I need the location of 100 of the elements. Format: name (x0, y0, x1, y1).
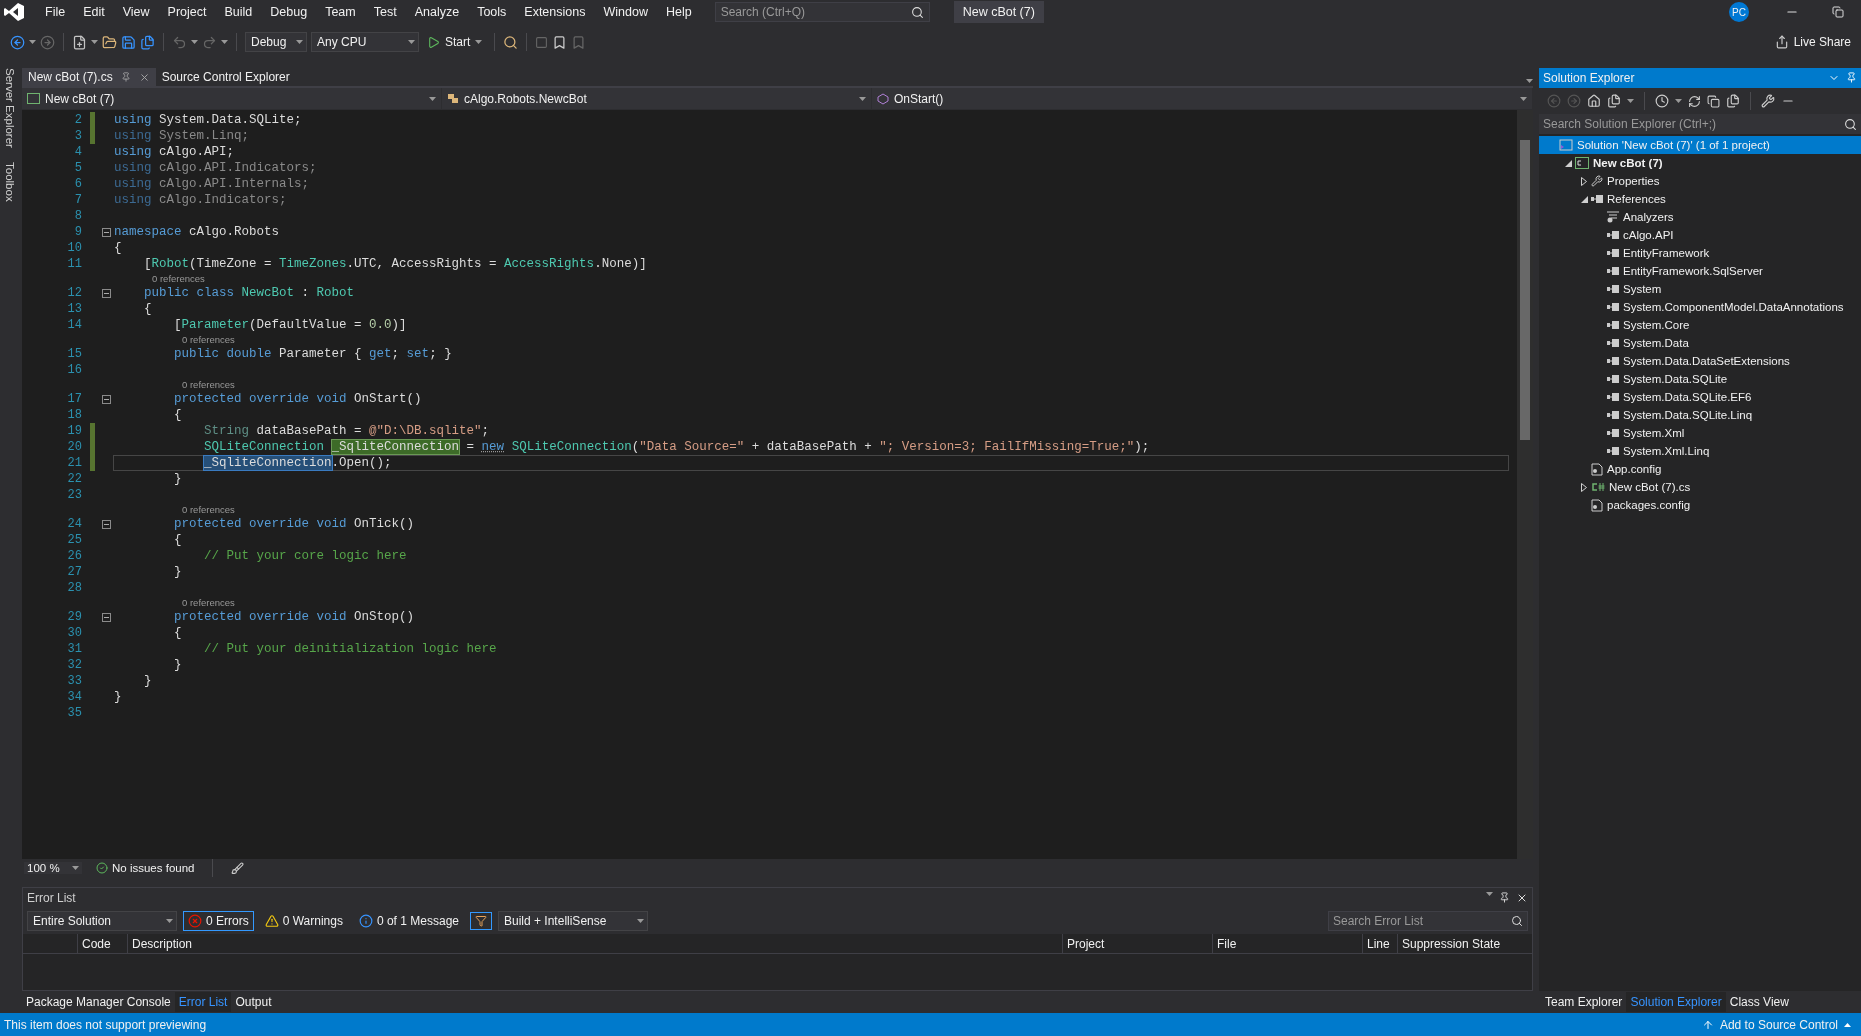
document-tab[interactable]: New cBot (7).cs (22, 68, 156, 86)
collapse-icon[interactable] (101, 227, 111, 237)
save-button[interactable] (121, 34, 136, 50)
error-search-field[interactable]: Search Error List (1328, 911, 1528, 931)
tree-item[interactable]: EntityFramework.SqlServer (1539, 262, 1861, 280)
tree-item[interactable]: System.Data.SQLite.Linq (1539, 406, 1861, 424)
collapsed-arrow-icon[interactable] (1581, 482, 1587, 492)
undo-button[interactable] (172, 34, 187, 50)
filter-button[interactable]: 0 of 1 Message (353, 911, 464, 931)
source-dropdown[interactable]: Build + IntelliSense (498, 911, 648, 931)
panel-tab[interactable]: Class View (1725, 992, 1793, 1012)
save-all-button[interactable] (140, 34, 155, 50)
tree-item[interactable]: Solution 'New cBot (7)' (1 of 1 project) (1539, 136, 1861, 154)
panel-tab[interactable]: Solution Explorer (1626, 992, 1726, 1012)
panel-tab[interactable]: Package Manager Console (22, 992, 175, 1012)
column-header[interactable]: Code (77, 934, 127, 954)
tree-item[interactable]: System.Data.SQLite (1539, 370, 1861, 388)
tree-item[interactable]: New cBot (7) (1539, 154, 1861, 172)
filter-button[interactable]: 0 Errors (183, 911, 254, 931)
menu-item[interactable]: Test (364, 5, 406, 19)
column-header[interactable]: File (1212, 934, 1362, 954)
find-button[interactable] (503, 34, 519, 50)
menu-item[interactable]: Tools (468, 5, 516, 19)
sync-icon[interactable] (1688, 94, 1701, 108)
expanded-arrow-icon[interactable] (1564, 159, 1572, 167)
configuration-dropdown[interactable]: Debug (245, 32, 307, 52)
properties-icon[interactable] (1761, 94, 1775, 108)
panel-tab[interactable]: Output (231, 992, 276, 1012)
document-tab[interactable]: Source Control Explorer (155, 68, 296, 86)
tree-item[interactable]: System.Core (1539, 316, 1861, 334)
open-button[interactable] (102, 34, 117, 50)
search-field[interactable]: Search (Ctrl+Q) (714, 2, 930, 22)
code-lens[interactable]: 0 references (182, 378, 235, 391)
pin-icon[interactable] (120, 72, 131, 82)
expanded-arrow-icon[interactable] (1580, 195, 1588, 203)
project-dropdown[interactable]: New cBot (7) (22, 88, 442, 109)
tree-item[interactable]: System.Data.SQLite.EF6 (1539, 388, 1861, 406)
back-button[interactable] (10, 34, 25, 50)
redo-button[interactable] (202, 34, 217, 50)
close-icon[interactable] (1516, 892, 1528, 904)
menu-item[interactable]: Build (215, 5, 262, 19)
panel-tab[interactable]: Team Explorer (1541, 992, 1627, 1012)
code-lens[interactable]: 0 references (182, 503, 235, 516)
account-avatar[interactable]: PC (1729, 2, 1749, 22)
tree-item[interactable]: Analyzers (1539, 208, 1861, 226)
collapse-icon[interactable] (101, 519, 111, 529)
start-button[interactable]: Start (423, 35, 487, 49)
column-header[interactable]: Line (1362, 934, 1397, 954)
zoom-dropdown[interactable]: 100 % (24, 862, 82, 874)
tree-item[interactable]: System.Xml (1539, 424, 1861, 442)
source-control-button[interactable]: Add to Source Control (1701, 1017, 1851, 1032)
tree-item[interactable]: EntityFramework (1539, 244, 1861, 262)
tree-item[interactable]: cAlgo.API (1539, 226, 1861, 244)
menu-item[interactable]: Project (158, 5, 216, 19)
side-tab[interactable]: Server Explorer (4, 68, 16, 148)
filter-button[interactable]: 0 Warnings (259, 911, 348, 931)
menu-item[interactable]: Window (594, 5, 657, 19)
bookmark-button[interactable] (552, 34, 568, 50)
brush-icon[interactable] (231, 861, 245, 875)
tree-item[interactable]: App.config (1539, 460, 1861, 478)
menu-item[interactable]: Team (316, 5, 365, 19)
collapse-icon[interactable] (101, 288, 111, 298)
code-lens[interactable]: 0 references (182, 333, 235, 346)
menu-item[interactable]: Debug (261, 5, 317, 19)
collapse-all-icon[interactable] (1707, 94, 1720, 108)
solution-search-field[interactable]: Search Solution Explorer (Ctrl+;) (1539, 114, 1861, 134)
history-icon[interactable] (1655, 94, 1669, 108)
column-header[interactable]: Description (127, 934, 1062, 954)
type-dropdown[interactable]: cAlgo.Robots.NewcBot (442, 88, 872, 109)
tree-item[interactable]: packages.config (1539, 496, 1861, 514)
tree-item[interactable]: Properties (1539, 172, 1861, 190)
scope-dropdown[interactable]: Entire Solution (27, 911, 177, 931)
new-item-button[interactable] (72, 34, 87, 50)
menu-item[interactable]: Help (656, 5, 701, 19)
tree-item[interactable]: System (1539, 280, 1861, 298)
live-share-button[interactable]: Live Share (1774, 35, 1851, 49)
member-dropdown[interactable]: OnStart() (872, 88, 1533, 109)
tree-item[interactable]: References (1539, 190, 1861, 208)
tree-item[interactable]: System.Xml.Linq (1539, 442, 1861, 460)
platform-dropdown[interactable]: Any CPU (311, 32, 419, 52)
pin-icon[interactable] (1846, 72, 1857, 83)
forward-button[interactable] (40, 34, 55, 50)
menu-item[interactable]: File (36, 5, 75, 19)
tree-item[interactable]: New cBot (7).cs (1539, 478, 1861, 496)
issues-indicator[interactable]: No issues found (96, 862, 195, 874)
tree-item[interactable]: System.ComponentModel.DataAnnotations (1539, 298, 1861, 316)
column-header[interactable]: Suppression State (1397, 934, 1522, 954)
show-all-files-icon[interactable] (1726, 94, 1740, 108)
tree-item[interactable]: System.Data.DataSetExtensions (1539, 352, 1861, 370)
code-lens[interactable]: 0 references (182, 596, 235, 609)
home-icon[interactable] (1587, 94, 1601, 108)
menu-item[interactable]: Edit (74, 5, 114, 19)
collapse-icon[interactable] (101, 612, 111, 622)
collapsed-arrow-icon[interactable] (1581, 176, 1587, 186)
side-tab[interactable]: Toolbox (4, 161, 16, 202)
pin-icon[interactable] (1499, 892, 1510, 903)
column-header[interactable]: Project (1062, 934, 1212, 954)
menu-item[interactable]: Analyze (405, 5, 469, 19)
clear-filter-button[interactable] (470, 912, 492, 930)
panel-tab[interactable]: Error List (174, 992, 232, 1012)
